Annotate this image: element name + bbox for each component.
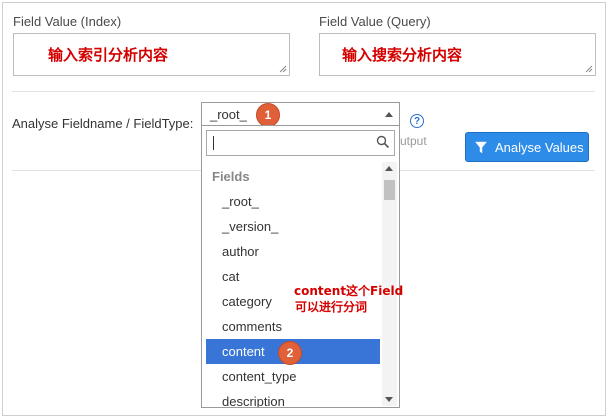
- resize-grip-icon[interactable]: [279, 65, 287, 73]
- annotation-line-2: 可以进行分词: [295, 300, 368, 314]
- index-field-label: Field Value (Index): [13, 14, 122, 29]
- query-value-text: 输入搜索分析内容: [342, 46, 463, 64]
- divider: [12, 91, 595, 92]
- fieldname-dropdown: Fields _root_ _version_ author cat categ…: [201, 125, 400, 408]
- query-field-label: Field Value (Query): [319, 14, 431, 29]
- dropdown-option[interactable]: _version_: [206, 214, 380, 239]
- analyse-values-button[interactable]: Analyse Values: [465, 132, 589, 162]
- text-caret: [213, 136, 214, 150]
- index-value-text: 输入索引分析内容: [48, 46, 169, 64]
- annotation-note: content这个Field 可以进行分词: [294, 283, 403, 315]
- dropdown-option[interactable]: comments: [206, 314, 380, 339]
- dropdown-option[interactable]: _root_: [206, 189, 380, 214]
- dropdown-search-input[interactable]: [206, 130, 395, 156]
- dropdown-option[interactable]: description: [206, 389, 380, 407]
- verbose-output-label: utput: [400, 134, 427, 148]
- filter-icon: [475, 141, 487, 154]
- fieldname-select[interactable]: _root_: [201, 102, 400, 126]
- fieldname-select-value: _root_: [210, 107, 247, 122]
- query-value-textarea[interactable]: 输入搜索分析内容: [319, 33, 596, 76]
- dropdown-option[interactable]: content_type: [206, 364, 380, 389]
- step-badge-2: 2: [278, 341, 302, 365]
- step-badge-1: 1: [256, 103, 280, 127]
- dropdown-group-fields: Fields: [212, 169, 250, 184]
- index-value-textarea[interactable]: 输入索引分析内容: [13, 33, 290, 76]
- search-icon: [376, 135, 390, 149]
- resize-grip-icon[interactable]: [585, 65, 593, 73]
- help-icon[interactable]: ?: [410, 114, 424, 128]
- annotation-line-1: content这个Field: [294, 284, 404, 298]
- scroll-up-icon[interactable]: [385, 166, 393, 171]
- dropdown-option[interactable]: author: [206, 239, 380, 264]
- scroll-down-icon[interactable]: [385, 397, 393, 402]
- analyse-fieldname-label: Analyse Fieldname / FieldType:: [12, 116, 194, 131]
- chevron-up-icon: [385, 112, 393, 117]
- analyse-values-label: Analyse Values: [495, 140, 584, 155]
- scrollbar-thumb[interactable]: [384, 180, 395, 200]
